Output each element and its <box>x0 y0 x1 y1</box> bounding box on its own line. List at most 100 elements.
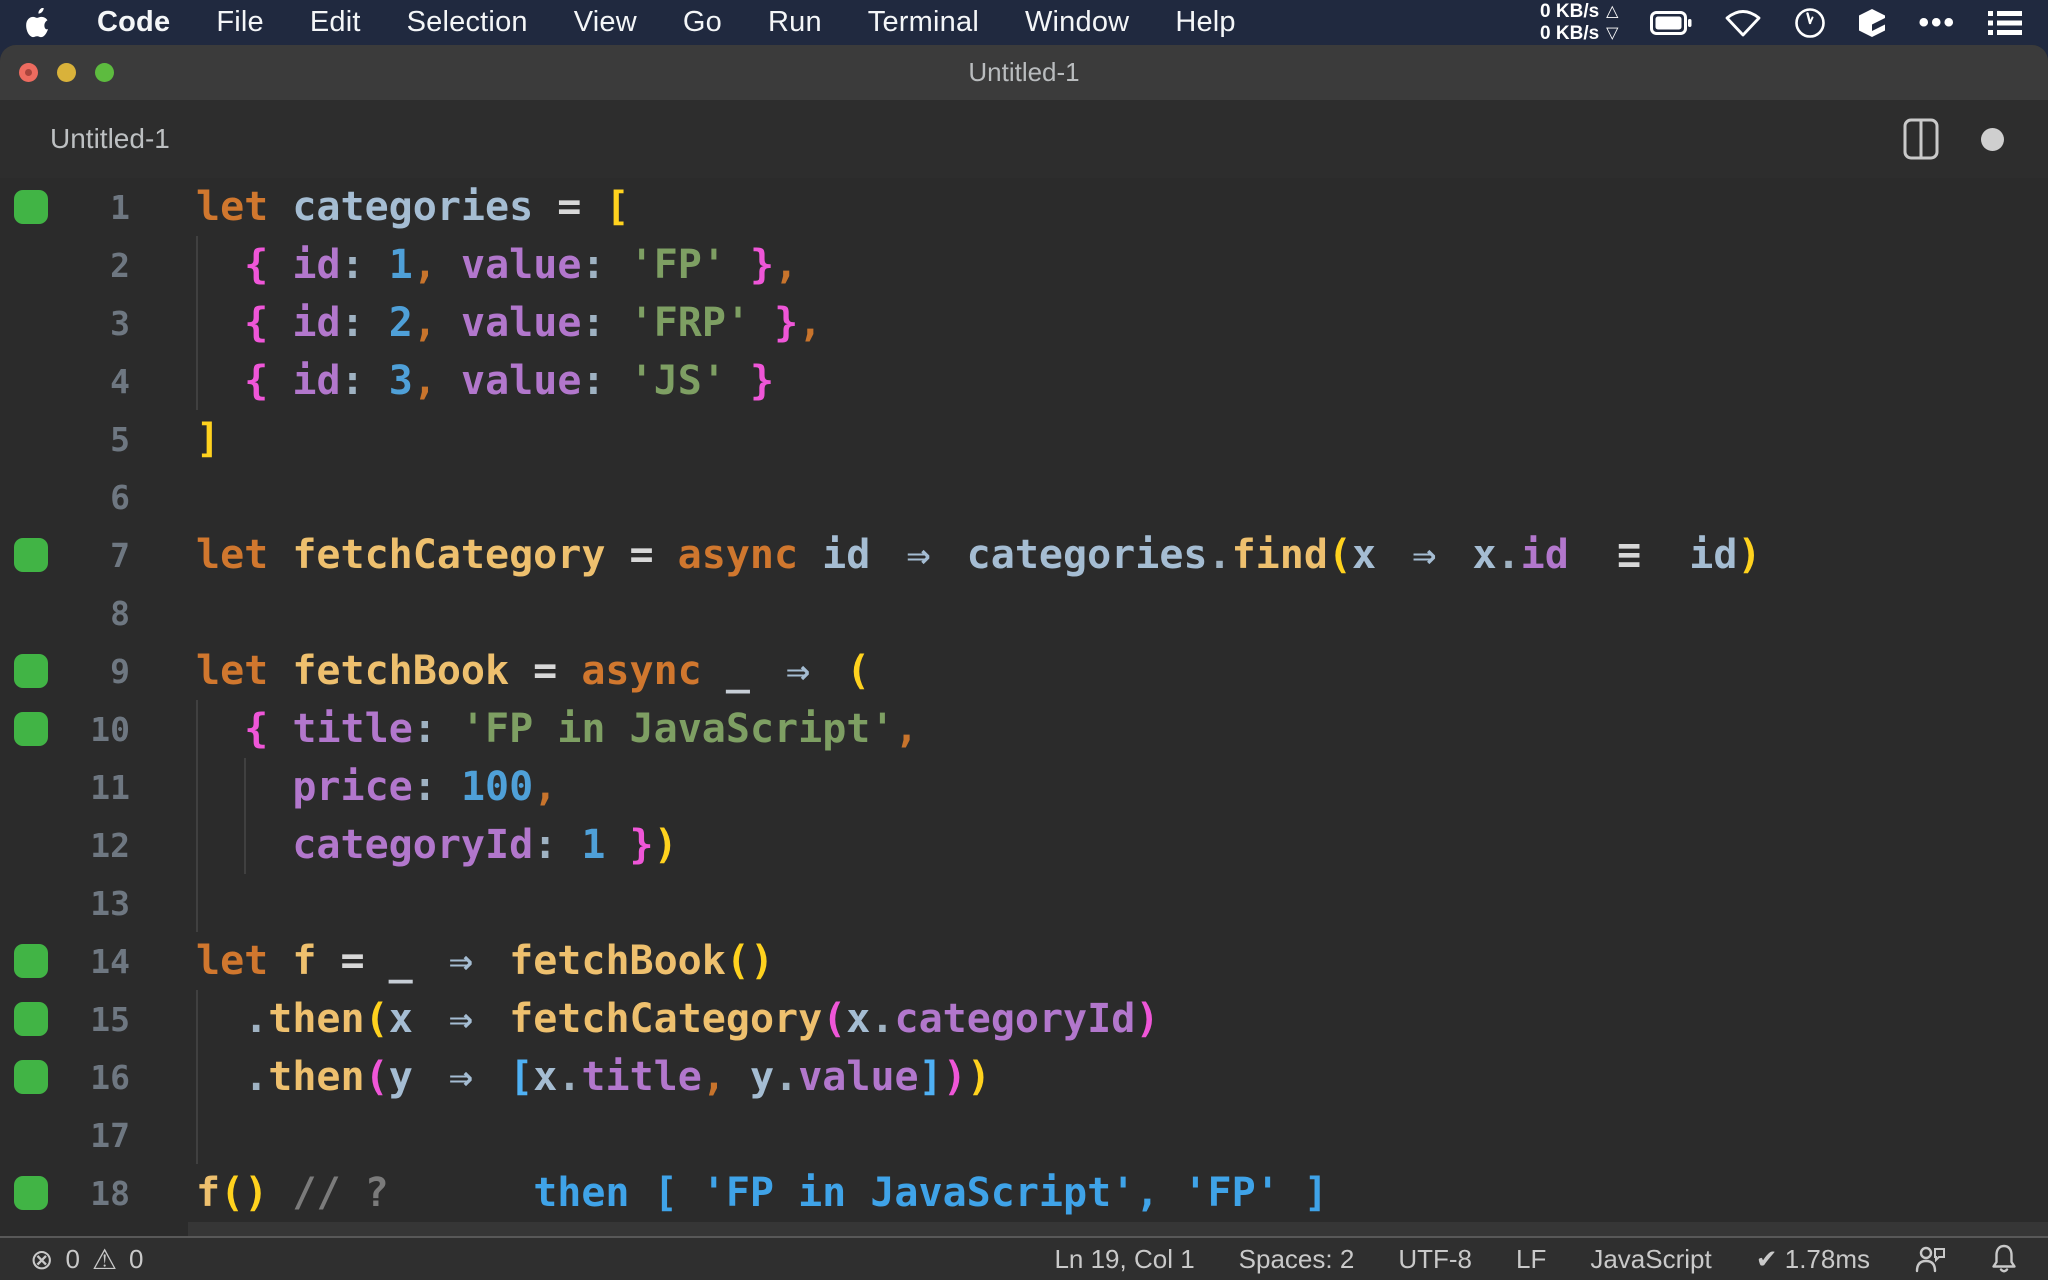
battery-icon[interactable] <box>1650 10 1692 35</box>
code-line[interactable]: 12 categoryId: 1 }) <box>0 816 2048 874</box>
code-line-content[interactable] <box>196 468 2048 526</box>
clock-icon[interactable] <box>1794 7 1826 39</box>
code-line[interactable]: 5] <box>0 410 2048 468</box>
menu-item-code[interactable]: Code <box>97 6 170 39</box>
code-line[interactable]: 13 <box>0 874 2048 932</box>
wifi-icon[interactable] <box>1724 8 1762 38</box>
code-line[interactable]: 18 f() // ? then [ 'FP in JavaScript', 'F… <box>0 1164 2048 1222</box>
code-editor[interactable]: 1 let categories = [ 2 { id: 1, value: 'FP… <box>0 178 2048 1236</box>
menu-item-file[interactable]: File <box>216 6 264 39</box>
line-number[interactable]: 2 <box>60 246 130 285</box>
problems-status[interactable]: ⊗ 0 ⚠ 0 <box>30 1243 144 1276</box>
line-number[interactable]: 14 <box>60 942 130 981</box>
code-line-content[interactable]: { id: 1, value: 'FP' }, <box>196 236 2048 294</box>
split-editor-icon[interactable] <box>1903 118 1939 160</box>
code-line-content[interactable]: ] <box>196 410 2048 468</box>
gutter[interactable] <box>0 700 60 758</box>
gutter[interactable] <box>0 1106 60 1164</box>
gutter[interactable] <box>0 1164 60 1222</box>
gutter[interactable] <box>0 990 60 1048</box>
quokka-perf-status[interactable]: ✔ 1.78ms <box>1756 1244 1870 1275</box>
code-line[interactable]: 17 <box>0 1106 2048 1164</box>
menu-item-window[interactable]: Window <box>1025 6 1129 39</box>
line-number[interactable]: 9 <box>60 652 130 691</box>
gutter[interactable] <box>0 178 60 236</box>
gutter[interactable] <box>0 874 60 932</box>
cursor-position[interactable]: Ln 19, Col 1 <box>1054 1244 1194 1275</box>
indentation-status[interactable]: Spaces: 2 <box>1239 1244 1355 1275</box>
gutter[interactable] <box>0 1222 60 1236</box>
apple-menu-icon[interactable] <box>26 7 51 38</box>
code-line[interactable]: 3 { id: 2, value: 'FRP' }, <box>0 294 2048 352</box>
code-line-content[interactable]: let categories = [ <box>196 178 2048 236</box>
code-line-content[interactable]: . then(y ⇒ [x. title, y. value])) <box>196 1048 2048 1106</box>
list-menu-icon[interactable] <box>1988 9 2022 37</box>
ellipsis-icon[interactable]: ••• <box>1918 6 1956 40</box>
gutter[interactable] <box>0 468 60 526</box>
line-number[interactable]: 8 <box>60 594 130 633</box>
code-line-content[interactable]: { title: 'FP in JavaScript', <box>196 700 2048 758</box>
window-title-bar[interactable]: Untitled-1 <box>0 45 2048 100</box>
code-line[interactable]: 16 . then(y ⇒ [x. title, y. value])) <box>0 1048 2048 1106</box>
tab-untitled-1[interactable]: Untitled-1 <box>50 123 170 155</box>
line-number[interactable]: 12 <box>60 826 130 865</box>
line-number[interactable]: 1 <box>60 188 130 227</box>
code-line[interactable]: 4 { id: 3, value: 'JS' } <box>0 352 2048 410</box>
gutter[interactable] <box>0 294 60 352</box>
gutter[interactable] <box>0 1048 60 1106</box>
line-number[interactable]: 16 <box>60 1058 130 1097</box>
line-number[interactable]: 7 <box>60 536 130 575</box>
code-line-content[interactable]: categoryId: 1 }) <box>196 816 2048 874</box>
code-line-content[interactable] <box>196 1106 2048 1164</box>
code-line-content[interactable]: price: 100, <box>196 758 2048 816</box>
menu-item-go[interactable]: Go <box>683 6 722 39</box>
menu-item-terminal[interactable]: Terminal <box>868 6 979 39</box>
menu-item-edit[interactable]: Edit <box>310 6 361 39</box>
code-line-content[interactable] <box>196 584 2048 642</box>
cube-icon[interactable] <box>1858 8 1886 38</box>
close-button[interactable] <box>19 63 38 82</box>
code-line[interactable]: 14 let f = _ ⇒ fetchBook() <box>0 932 2048 990</box>
zoom-button[interactable] <box>95 63 114 82</box>
gutter[interactable] <box>0 584 60 642</box>
line-number[interactable]: 10 <box>60 710 130 749</box>
language-mode[interactable]: JavaScript <box>1590 1244 1711 1275</box>
gutter[interactable] <box>0 526 60 584</box>
line-number[interactable]: 17 <box>60 1116 130 1155</box>
notifications-bell-icon[interactable] <box>1990 1243 2018 1275</box>
line-number[interactable]: 18 <box>60 1174 130 1213</box>
gutter[interactable] <box>0 642 60 700</box>
gutter[interactable] <box>0 932 60 990</box>
line-number[interactable]: 6 <box>60 478 130 517</box>
unsaved-changes-dot[interactable] <box>1981 127 2004 151</box>
line-number[interactable]: 19 <box>60 1232 130 1237</box>
menu-item-selection[interactable]: Selection <box>407 6 528 39</box>
code-line-content[interactable]: let f = _ ⇒ fetchBook() <box>196 932 2048 990</box>
code-line-content[interactable]: . then(x ⇒ fetchCategory(x. categoryId) <box>196 990 2048 1048</box>
code-line[interactable]: 15 . then(x ⇒ fetchCategory(x. categoryId) <box>0 990 2048 1048</box>
gutter[interactable] <box>0 236 60 294</box>
minimize-button[interactable] <box>57 63 76 82</box>
code-line[interactable]: 7 let fetchCategory = async id ⇒ categori… <box>0 526 2048 584</box>
code-line[interactable]: 11 price: 100, <box>0 758 2048 816</box>
line-number[interactable]: 5 <box>60 420 130 459</box>
code-line[interactable]: 19 <box>0 1222 2048 1236</box>
gutter[interactable] <box>0 758 60 816</box>
code-line[interactable]: 10 { title: 'FP in JavaScript', <box>0 700 2048 758</box>
menu-item-help[interactable]: Help <box>1175 6 1235 39</box>
gutter[interactable] <box>0 352 60 410</box>
code-line[interactable]: 8 <box>0 584 2048 642</box>
network-speed-indicator[interactable]: 0 KB/s △ 0 KB/s ▽ <box>1540 1 1618 45</box>
menu-item-run[interactable]: Run <box>768 6 822 39</box>
encoding-status[interactable]: UTF-8 <box>1398 1244 1472 1275</box>
gutter[interactable] <box>0 816 60 874</box>
code-line-content[interactable] <box>188 1222 2048 1236</box>
code-line-content[interactable]: { id: 2, value: 'FRP' }, <box>196 294 2048 352</box>
line-number[interactable]: 4 <box>60 362 130 401</box>
code-line-content[interactable]: let fetchCategory = async id ⇒ categorie… <box>196 526 2048 584</box>
code-line[interactable]: 1 let categories = [ <box>0 178 2048 236</box>
gutter[interactable] <box>0 410 60 468</box>
line-number[interactable]: 15 <box>60 1000 130 1039</box>
line-number[interactable]: 13 <box>60 884 130 923</box>
code-line-content[interactable]: let fetchBook = async _ ⇒ ( <box>196 642 2048 700</box>
